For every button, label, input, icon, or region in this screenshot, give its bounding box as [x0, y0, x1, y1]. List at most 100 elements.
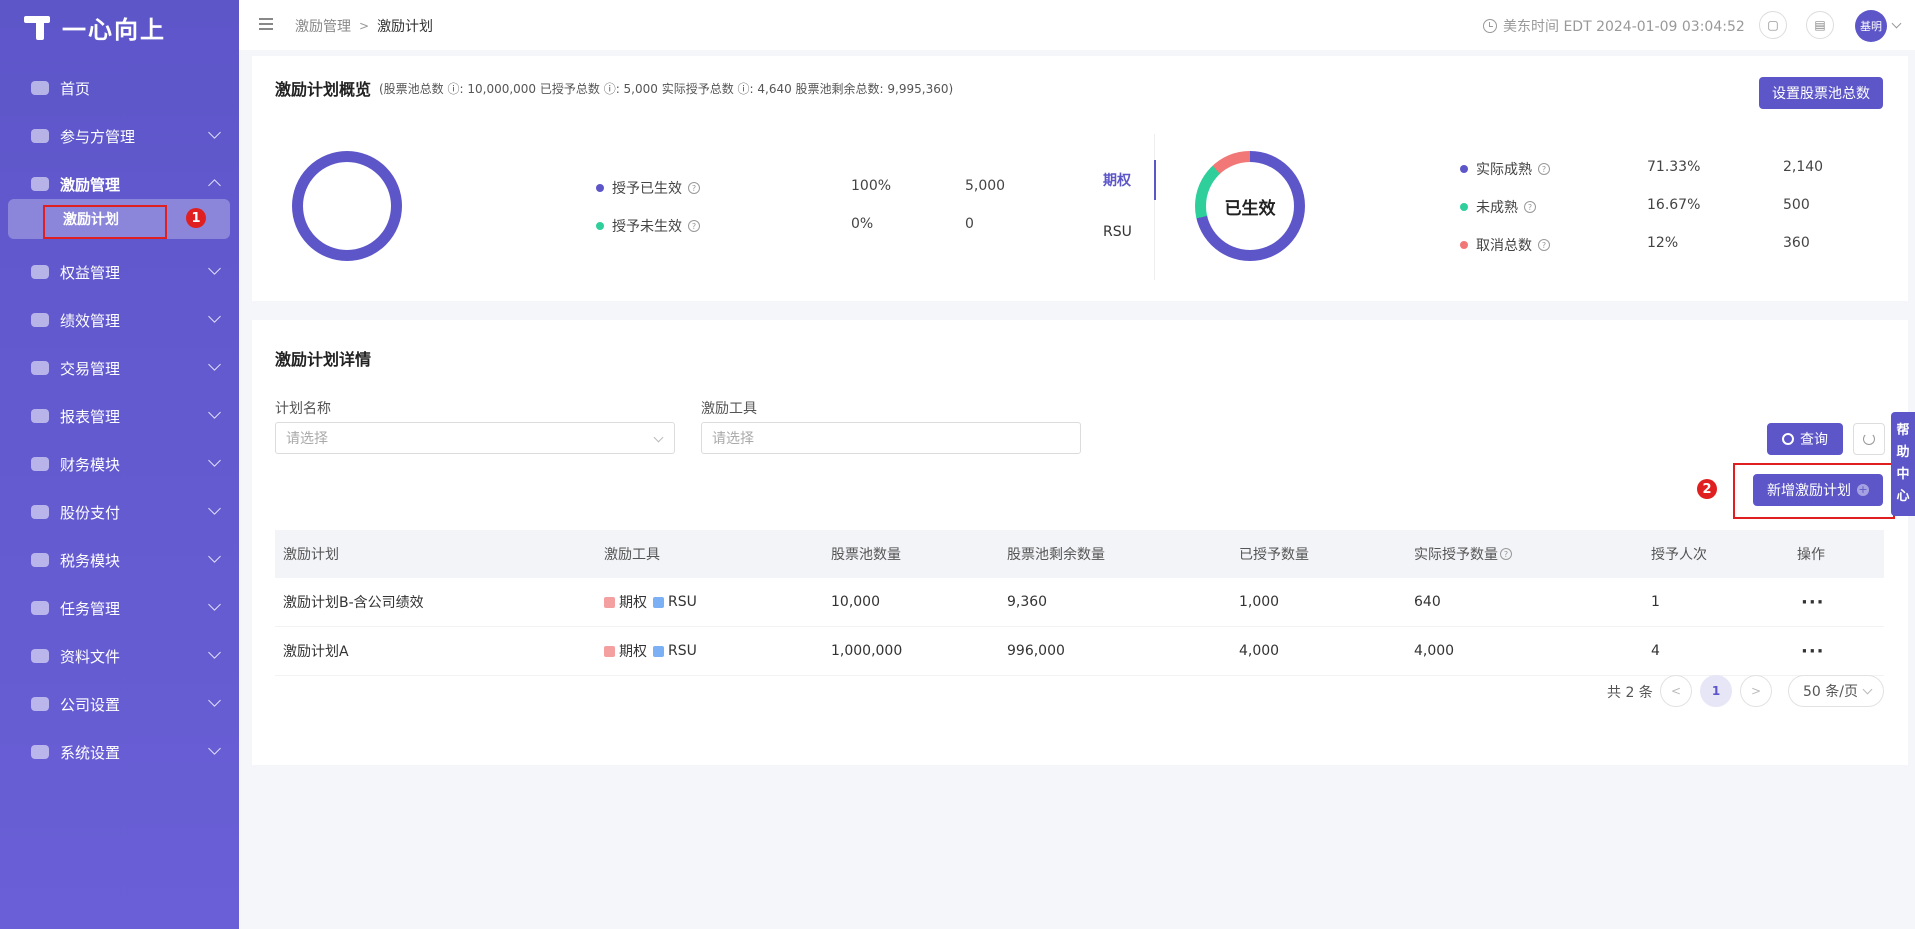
tool-select[interactable]: 请选择	[701, 422, 1081, 454]
help-icon[interactable]: ?	[1524, 201, 1536, 213]
query-button[interactable]: 查询	[1767, 423, 1843, 455]
legend-label: 实际成熟	[1476, 162, 1532, 178]
legend-unvested: 未成熟 ?	[1460, 197, 1536, 217]
sidebar-item-tax[interactable]: 税务模块	[0, 536, 239, 584]
sidebar-item-equity[interactable]: 权益管理	[0, 248, 239, 296]
chevron-down-icon	[208, 406, 221, 419]
tool-label: RSU	[668, 643, 697, 659]
chevron-up-icon	[208, 179, 221, 192]
document-icon[interactable]: ▤	[1806, 11, 1834, 39]
tab-active-indicator	[1154, 160, 1156, 200]
clipboard-icon[interactable]: ▢	[1759, 11, 1787, 39]
chevron-down-icon	[208, 598, 221, 611]
table-row[interactable]: 激励计划A 期权 RSU 1,000,000 996,000 4,000 4,0…	[275, 627, 1884, 676]
sidebar-item-task[interactable]: 任务管理	[0, 584, 239, 632]
chevron-down-icon	[208, 310, 221, 323]
sidebar-item-trade[interactable]: 交易管理	[0, 344, 239, 392]
legend-label: 授予未生效	[612, 219, 682, 235]
sidebar-item-label: 首页	[60, 79, 91, 98]
legend-dot	[596, 184, 604, 192]
more-actions-icon[interactable]: ···	[1801, 641, 1825, 662]
help-icon[interactable]: ?	[688, 220, 700, 232]
sidebar-item-label: 绩效管理	[60, 311, 121, 330]
sidebar-item-label: 权益管理	[60, 263, 121, 282]
sidebar-item-home[interactable]: 首页	[0, 64, 239, 112]
step-badge-2: 2	[1697, 479, 1717, 499]
legend-value: 360	[1783, 235, 1810, 251]
chevron-down-icon	[208, 694, 221, 707]
plan-name[interactable]: 激励计划B-含公司绩效	[283, 592, 424, 612]
legend-label: 未成熟	[1476, 200, 1518, 216]
next-page-button[interactable]: >	[1740, 675, 1772, 707]
remaining-count: 9,360	[1007, 594, 1048, 610]
users-icon	[30, 127, 50, 145]
legend-dot	[1460, 241, 1468, 249]
tool-tag-option: 期权	[604, 592, 647, 612]
tool-label: 期权	[619, 595, 647, 611]
page-size-select[interactable]: 50 条/页	[1788, 675, 1884, 707]
tool-label: 激励工具	[701, 401, 757, 417]
plan-name-label: 计划名称	[275, 401, 331, 417]
query-button-label: 查询	[1800, 432, 1828, 448]
equity-icon	[30, 263, 50, 281]
sidebar-item-report[interactable]: 报表管理	[0, 392, 239, 440]
breadcrumb-current: 激励计划	[377, 19, 434, 35]
select-placeholder: 请选择	[712, 431, 754, 447]
sidebar-item-company[interactable]: 公司设置	[0, 680, 239, 728]
legend-pct: 0%	[851, 216, 874, 232]
rsu-icon	[653, 596, 664, 608]
legend-value: 5,000	[965, 178, 1006, 194]
app-logo[interactable]: 一心向上	[24, 10, 166, 44]
legend-pct: 12%	[1647, 235, 1679, 251]
sidebar-item-participants[interactable]: 参与方管理	[0, 112, 239, 160]
remaining-count: 996,000	[1007, 643, 1065, 659]
top-bar: 激励管理 > 激励计划 美东时间 EDT 2024-01-09 03:04:52…	[239, 0, 1915, 50]
page-button-current[interactable]: 1	[1700, 675, 1732, 707]
sidebar-item-share-payment[interactable]: 股份支付	[0, 488, 239, 536]
tab-option[interactable]: 期权	[1103, 170, 1131, 190]
legend-granted-not-effective: 授予未生效 ?	[596, 216, 700, 236]
grant-donut-chart	[292, 151, 402, 261]
sidebar-item-files[interactable]: 资料文件	[0, 632, 239, 680]
menu-collapse-icon[interactable]	[259, 18, 273, 30]
sidebar-item-label: 参与方管理	[60, 127, 136, 146]
legend-dot	[1460, 165, 1468, 173]
avatar[interactable]: 基明	[1855, 10, 1887, 42]
sidebar-item-label: 财务模块	[60, 455, 121, 474]
help-icon[interactable]: ?	[1500, 548, 1512, 560]
plan-name-select[interactable]: 请选择	[275, 422, 675, 454]
tool-tag-option: 期权	[604, 641, 647, 661]
incentive-icon	[30, 175, 50, 193]
logo-icon	[24, 12, 54, 42]
prev-page-button[interactable]: <	[1660, 675, 1692, 707]
plan-name[interactable]: 激励计划A	[283, 641, 349, 661]
table-row[interactable]: 激励计划B-含公司绩效 期权 RSU 10,000 9,360 1,000 64…	[275, 578, 1884, 627]
more-actions-icon[interactable]: ···	[1801, 592, 1825, 613]
help-center-tab[interactable]: 帮 助 中 心	[1891, 412, 1915, 516]
page-size-label: 50 条/页	[1803, 684, 1858, 700]
pagination-total: 共 2 条	[1607, 685, 1653, 701]
chevron-down-icon	[208, 742, 221, 755]
chevron-down-icon	[208, 454, 221, 467]
col-header: 授予人次	[1651, 547, 1707, 563]
tool-label: RSU	[668, 594, 697, 610]
help-icon[interactable]: ?	[1538, 239, 1550, 251]
set-pool-button[interactable]: 设置股票池总数	[1759, 77, 1883, 109]
col-header: 已授予数量	[1239, 547, 1309, 563]
reset-button[interactable]	[1853, 423, 1885, 455]
sidebar-item-performance[interactable]: 绩效管理	[0, 296, 239, 344]
chevron-down-icon[interactable]	[1891, 18, 1902, 29]
help-icon[interactable]: ?	[1538, 163, 1550, 175]
details-card: 激励计划详情 计划名称 请选择 激励工具 请选择 查询 新增激励计划 + 激励计…	[252, 320, 1908, 765]
sidebar-item-system[interactable]: 系统设置	[0, 728, 239, 776]
chevron-down-icon	[208, 550, 221, 563]
col-header-actual: 实际授予数量?	[1414, 544, 1512, 564]
breadcrumb-parent[interactable]: 激励管理	[295, 16, 351, 36]
sidebar-item-finance[interactable]: 财务模块	[0, 440, 239, 488]
highlight-box-2	[1733, 463, 1895, 519]
col-header-label: 实际授予数量	[1414, 547, 1498, 563]
help-icon[interactable]: ?	[688, 182, 700, 194]
sidebar-item-label: 税务模块	[60, 551, 121, 570]
legend-value: 0	[965, 216, 974, 232]
tab-rsu[interactable]: RSU	[1103, 224, 1132, 240]
